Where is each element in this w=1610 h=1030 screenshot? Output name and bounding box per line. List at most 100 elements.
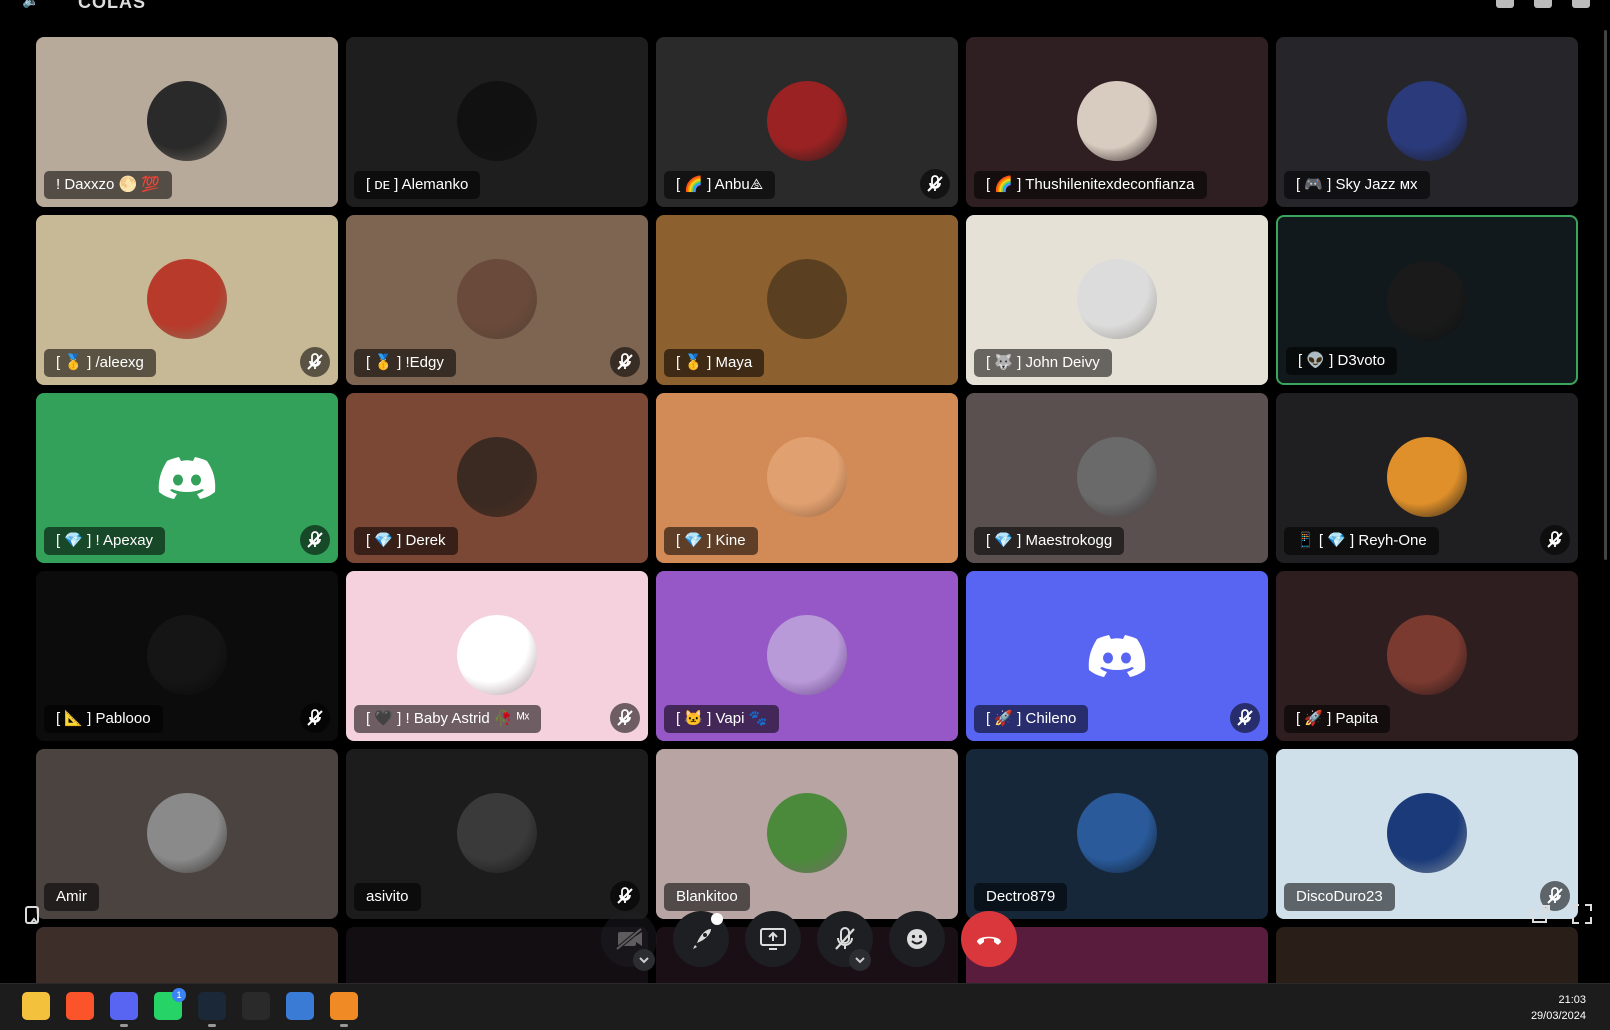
screenshare-button[interactable]	[745, 911, 801, 967]
participant-name: [ 💎 ] Maestrokogg	[974, 527, 1125, 555]
participant-avatar	[767, 615, 847, 695]
participant-tile[interactable]: [ ᴅᴇ ] Alemanko	[346, 37, 648, 207]
microsoft-store-icon[interactable]	[286, 992, 314, 1020]
fullscreen-icon[interactable]	[1571, 903, 1593, 925]
participant-tile[interactable]: [ 💎 ] Kine	[656, 393, 958, 563]
speaker-icon[interactable]: 🔈	[22, 0, 40, 8]
grid-view-icon[interactable]	[1496, 0, 1514, 8]
soundboard-button[interactable]	[889, 911, 945, 967]
participant-tile[interactable]: [ 🚀 ] Papita	[1276, 571, 1578, 741]
participant-tile-partial[interactable]	[36, 927, 338, 983]
mic-options-chevron-icon[interactable]	[849, 949, 871, 971]
participant-name: [ 🖤 ] ! Baby Astrid 🥀 ᴹˣ	[354, 705, 542, 733]
mic-muted-icon	[610, 347, 640, 377]
participant-avatar	[1077, 81, 1157, 161]
participant-tile[interactable]: Dectro879	[966, 749, 1268, 919]
participant-tile[interactable]: [ 💎 ] ! Apexay	[36, 393, 338, 563]
participant-tile[interactable]: [ 🥇 ] Maya	[656, 215, 958, 385]
mic-muted-icon	[920, 169, 950, 199]
participant-tile[interactable]: [ 🌈 ] Anbu⧌	[656, 37, 958, 207]
file-explorer-icon[interactable]	[22, 992, 50, 1020]
participant-avatar	[457, 615, 537, 695]
threads-icon[interactable]	[1572, 0, 1590, 8]
discord-logo-icon	[1087, 631, 1147, 679]
mic-muted-icon	[610, 881, 640, 911]
participant-name: [ 🚀 ] Papita	[1284, 705, 1391, 733]
call-stage: 🔈 COLAS ! Daxxzo 🌕 💯 [ ᴅᴇ ] Alemanko [ 🌈 ]…	[0, 0, 1610, 983]
steam-icon[interactable]	[198, 992, 226, 1020]
participant-name: Dectro879	[974, 883, 1068, 911]
participant-tile[interactable]: [ 🐺 ] John Deivy	[966, 215, 1268, 385]
participant-tile[interactable]: [ 🎮 ] Sky Jazz ᴍx	[1276, 37, 1578, 207]
participant-avatar	[457, 437, 537, 517]
mic-muted-icon	[1540, 525, 1570, 555]
participant-tile[interactable]: 📱 [ 💎 ] Reyh-One	[1276, 393, 1578, 563]
participant-tile[interactable]: [ 🚀 ] Chileno	[966, 571, 1268, 741]
running-indicator	[208, 1024, 216, 1027]
channel-title: COLAS	[78, 0, 146, 12]
participant-name: [ 🌈 ] Thushilenitexdeconfianza	[974, 171, 1207, 199]
activity-indicator-dot	[711, 913, 723, 925]
mic-muted-icon	[610, 703, 640, 733]
brave-icon[interactable]	[66, 992, 94, 1020]
participant-tile[interactable]: [ 💎 ] Derek	[346, 393, 648, 563]
participant-tile[interactable]: Blankitoo	[656, 749, 958, 919]
participant-avatar	[767, 793, 847, 873]
participant-name: [ 📐 ] Pablooo	[44, 705, 163, 733]
participant-avatar	[147, 615, 227, 695]
participant-tile[interactable]: [ 🐱 ] Vapi 🐾	[656, 571, 958, 741]
participant-tile-partial[interactable]	[1276, 927, 1578, 983]
hang-up-icon	[961, 936, 1017, 971]
grid-scrollbar[interactable]	[1604, 30, 1607, 560]
participant-avatar	[457, 259, 537, 339]
camera-options-chevron-icon[interactable]	[633, 949, 655, 971]
participant-name: ! Daxxzo 🌕 💯	[44, 171, 173, 199]
epic-games-icon[interactable]	[242, 992, 270, 1020]
participant-avatar	[1387, 261, 1467, 341]
clock-date: 29/03/2024	[1530, 1010, 1586, 1022]
running-indicator	[120, 1024, 128, 1027]
participant-avatar	[767, 259, 847, 339]
participant-avatar	[1077, 259, 1157, 339]
popout-icon[interactable]	[1530, 903, 1552, 925]
participant-avatar	[457, 81, 537, 161]
participant-name: [ 🥇 ] Maya	[664, 349, 765, 377]
participant-tile[interactable]: [ 🥇 ] !Edgy	[346, 215, 648, 385]
participant-tile[interactable]: [ 💎 ] Maestrokogg	[966, 393, 1268, 563]
participant-name: [ 🥇 ] !Edgy	[354, 349, 456, 377]
participant-name: [ 🥇 ] /aleexg	[44, 349, 156, 377]
participant-tile[interactable]: DiscoDuro23	[1276, 749, 1578, 919]
participant-name: [ 🌈 ] Anbu⧌	[664, 171, 776, 199]
taskbar-clock[interactable]: 21:03 29/03/2024	[1531, 992, 1586, 1024]
participant-tile[interactable]: Amir	[36, 749, 338, 919]
participant-name: DiscoDuro23	[1284, 883, 1395, 911]
clock-time: 21:03	[1558, 994, 1586, 1006]
chat-icon[interactable]	[1534, 0, 1552, 8]
running-indicator	[340, 1024, 348, 1027]
participant-avatar	[147, 81, 227, 161]
participant-name: Amir	[44, 883, 99, 911]
windows-taskbar: 1 21:03 29/03/2024	[0, 983, 1610, 1030]
participant-tile[interactable]: [ 🌈 ] Thushilenitexdeconfianza	[966, 37, 1268, 207]
discord-icon[interactable]	[110, 992, 138, 1020]
participant-tile[interactable]: [ 🥇 ] /aleexg	[36, 215, 338, 385]
participant-avatar	[1387, 793, 1467, 873]
participant-tile[interactable]: [ 👽 ] D3voto	[1276, 215, 1578, 385]
participant-tile[interactable]: [ 📐 ] Pablooo	[36, 571, 338, 741]
participant-name: [ 🐱 ] Vapi 🐾	[664, 705, 780, 733]
disconnect-button[interactable]	[961, 911, 1017, 967]
notification-badge: 1	[172, 988, 186, 1002]
participant-tile[interactable]: [ 🖤 ] ! Baby Astrid 🥀 ᴹˣ	[346, 571, 648, 741]
participant-avatar	[147, 793, 227, 873]
participant-tile[interactable]: ! Daxxzo 🌕 💯	[36, 37, 338, 207]
app-orange-icon[interactable]	[330, 992, 358, 1020]
participant-avatar	[147, 259, 227, 339]
call-controls	[601, 911, 1021, 971]
smiley-icon	[889, 929, 945, 971]
popout-left-icon[interactable]	[22, 904, 44, 926]
participant-avatar	[457, 793, 537, 873]
participant-tile[interactable]: asivito	[346, 749, 648, 919]
participant-name: [ 💎 ] Derek	[354, 527, 458, 555]
participant-name: [ 💎 ] ! Apexay	[44, 527, 166, 555]
mic-muted-icon	[300, 525, 330, 555]
